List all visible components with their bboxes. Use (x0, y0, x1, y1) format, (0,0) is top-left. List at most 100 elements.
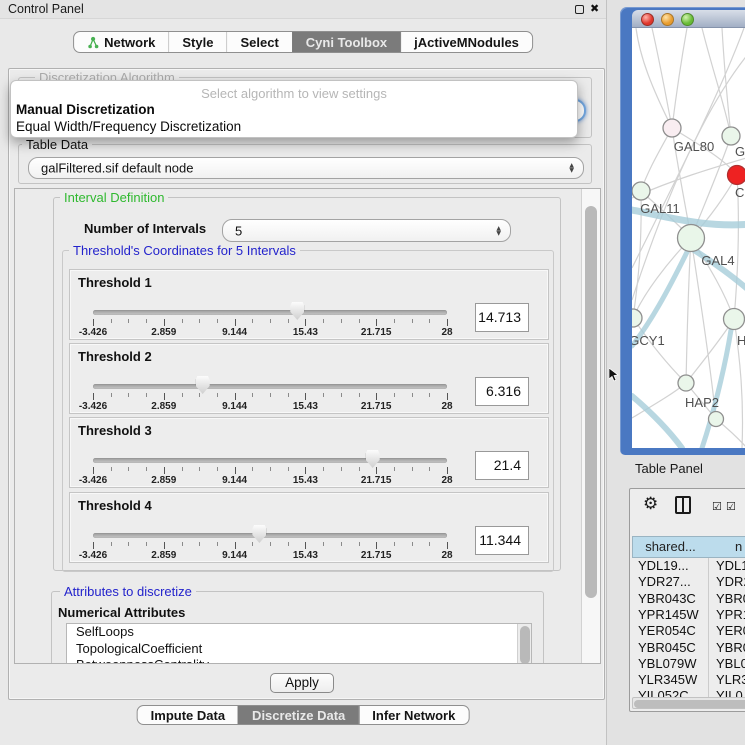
attribute-list-item[interactable]: TopologicalCoefficient (67, 641, 531, 658)
network-edge[interactable] (652, 28, 672, 128)
table-row[interactable]: YER054C YER0 (632, 623, 745, 639)
slider-thumb[interactable] (290, 302, 304, 320)
tab-jactivemnodules[interactable]: jActiveMNodules (400, 32, 532, 52)
network-edge[interactable] (636, 28, 672, 128)
cell-name[interactable]: YDR2 (716, 574, 745, 589)
tab-select[interactable]: Select (226, 32, 291, 52)
table-row[interactable]: YBR045C YBR0 (632, 640, 745, 656)
dropdown-option-equal-width-frequency[interactable]: Equal Width/Frequency Discretization (16, 119, 241, 134)
threshold-value-field[interactable]: 21.4 (475, 451, 529, 480)
network-edge[interactable] (722, 28, 731, 136)
cell-shared-name[interactable]: YBR043C (638, 591, 696, 606)
select-none-checkbox-icon[interactable]: ☑ (726, 500, 737, 513)
tab-network[interactable]: Network (74, 32, 168, 52)
attribute-list-item[interactable]: BetweennessCentrality (67, 657, 531, 664)
network-edge[interactable] (633, 318, 686, 383)
apply-button[interactable]: Apply (270, 673, 334, 693)
table-row[interactable]: YPR145W YPR1 (632, 607, 745, 623)
network-window-titlebar[interactable] (632, 10, 745, 28)
cell-shared-name[interactable]: YPR145W (638, 607, 699, 622)
gear-icon[interactable]: ⚙ (643, 494, 658, 514)
cell-name[interactable]: YBR0 (716, 591, 745, 606)
slider-track[interactable] (93, 384, 447, 389)
close-icon[interactable]: ✖ (590, 2, 599, 15)
network-edge-highlighted[interactable] (632, 250, 688, 346)
network-canvas[interactable]: GAL80GCGAL11GAL4GCY1HHAP2 (632, 28, 745, 448)
network-node-c[interactable] (728, 166, 745, 185)
tick-mark (270, 467, 271, 471)
minimize-traffic-light[interactable] (661, 13, 674, 26)
threshold-value-field[interactable]: 14.713 (475, 303, 529, 332)
network-edge[interactable] (702, 28, 731, 136)
network-node-gcy1[interactable] (632, 309, 642, 327)
network-edge[interactable] (641, 128, 672, 191)
cell-name[interactable]: YDL1 (716, 558, 745, 573)
threshold-value-field[interactable]: 6.316 (475, 377, 529, 406)
tab-style[interactable]: Style (168, 32, 226, 52)
table-row[interactable]: YDR27... YDR2 (632, 574, 745, 590)
network-node-gal4[interactable] (678, 225, 705, 252)
slider-thumb[interactable] (366, 450, 380, 468)
cell-name[interactable]: YLR3 (716, 672, 745, 687)
network-node-label: G (735, 144, 745, 159)
table-horizontal-scrollbar-thumb[interactable] (634, 700, 745, 708)
tick-mark (359, 319, 360, 323)
network-node-g[interactable] (722, 127, 740, 145)
float-window-icon[interactable] (575, 5, 584, 14)
network-edge-highlighted[interactable] (702, 330, 731, 448)
network-node-h[interactable] (724, 309, 745, 330)
slider-track[interactable] (93, 458, 447, 463)
cell-shared-name[interactable]: YLR345W (638, 672, 697, 687)
column-header-name[interactable]: n (708, 536, 745, 558)
tab-discretize-data[interactable]: Discretize Data (238, 706, 358, 724)
list-scrollbar-thumb[interactable] (520, 626, 530, 664)
close-traffic-light[interactable] (641, 13, 654, 26)
table-row[interactable]: YBL079W YBL0 (632, 656, 745, 672)
cell-name[interactable]: YBL0 (716, 656, 745, 671)
network-node[interactable] (709, 412, 724, 427)
number-of-intervals-combobox[interactable]: 5 ▲▼ (222, 219, 511, 242)
slider-track[interactable] (93, 310, 447, 315)
cell-name[interactable]: YBR0 (716, 640, 745, 655)
panel-scrollbar[interactable] (581, 189, 600, 663)
cell-name[interactable]: YER0 (716, 623, 745, 638)
tick-mark (199, 319, 200, 323)
list-scrollbar[interactable] (517, 624, 531, 664)
table-row[interactable]: YBR043C YBR0 (632, 591, 745, 607)
select-all-checkbox-icon[interactable]: ☑ (712, 500, 723, 513)
columns-icon[interactable] (675, 496, 691, 514)
network-edge[interactable] (633, 238, 691, 318)
tick-mark (359, 542, 360, 546)
cell-shared-name[interactable]: YDL19... (638, 558, 689, 573)
network-edge-highlighted[interactable] (632, 396, 682, 448)
tab-cyni-toolbox[interactable]: Cyni Toolbox (292, 32, 400, 52)
cell-shared-name[interactable]: YBR045C (638, 640, 696, 655)
slider-thumb[interactable] (196, 376, 210, 394)
table-data-combobox[interactable]: galFiltered.sif default node ▲▼ (28, 157, 584, 179)
cell-shared-name[interactable]: YER054C (638, 623, 696, 638)
slider-track[interactable] (93, 533, 447, 538)
dropdown-option-manual-discretization[interactable]: Manual Discretization (16, 102, 155, 117)
cell-name[interactable]: YPR1 (716, 607, 745, 622)
cell-shared-name[interactable]: YBL079W (638, 656, 697, 671)
tick-mark (412, 542, 413, 546)
tick-mark (376, 467, 377, 474)
table-horizontal-scrollbar[interactable] (632, 697, 745, 709)
tab-impute-data[interactable]: Impute Data (138, 706, 238, 724)
number-of-intervals-value: 5 (235, 223, 242, 238)
zoom-traffic-light[interactable] (681, 13, 694, 26)
cell-shared-name[interactable]: YDR27... (638, 574, 691, 589)
network-edge[interactable] (672, 28, 687, 128)
panel-scrollbar-thumb[interactable] (585, 206, 597, 598)
network-node-gal11[interactable] (632, 182, 650, 200)
table-row[interactable]: YDL19... YDL1 (632, 558, 745, 574)
network-node-gal80[interactable] (663, 119, 681, 137)
threshold-value-field[interactable]: 11.344 (475, 526, 529, 555)
column-header-shared-name[interactable]: shared... (632, 536, 709, 558)
tab-infer-network[interactable]: Infer Network (358, 706, 468, 724)
table-row[interactable]: YLR345W YLR3 (632, 672, 745, 688)
attribute-list-item[interactable]: SelfLoops (67, 624, 531, 641)
network-edge[interactable] (686, 238, 691, 383)
slider-thumb[interactable] (252, 525, 266, 543)
network-node-hap2[interactable] (678, 375, 694, 391)
